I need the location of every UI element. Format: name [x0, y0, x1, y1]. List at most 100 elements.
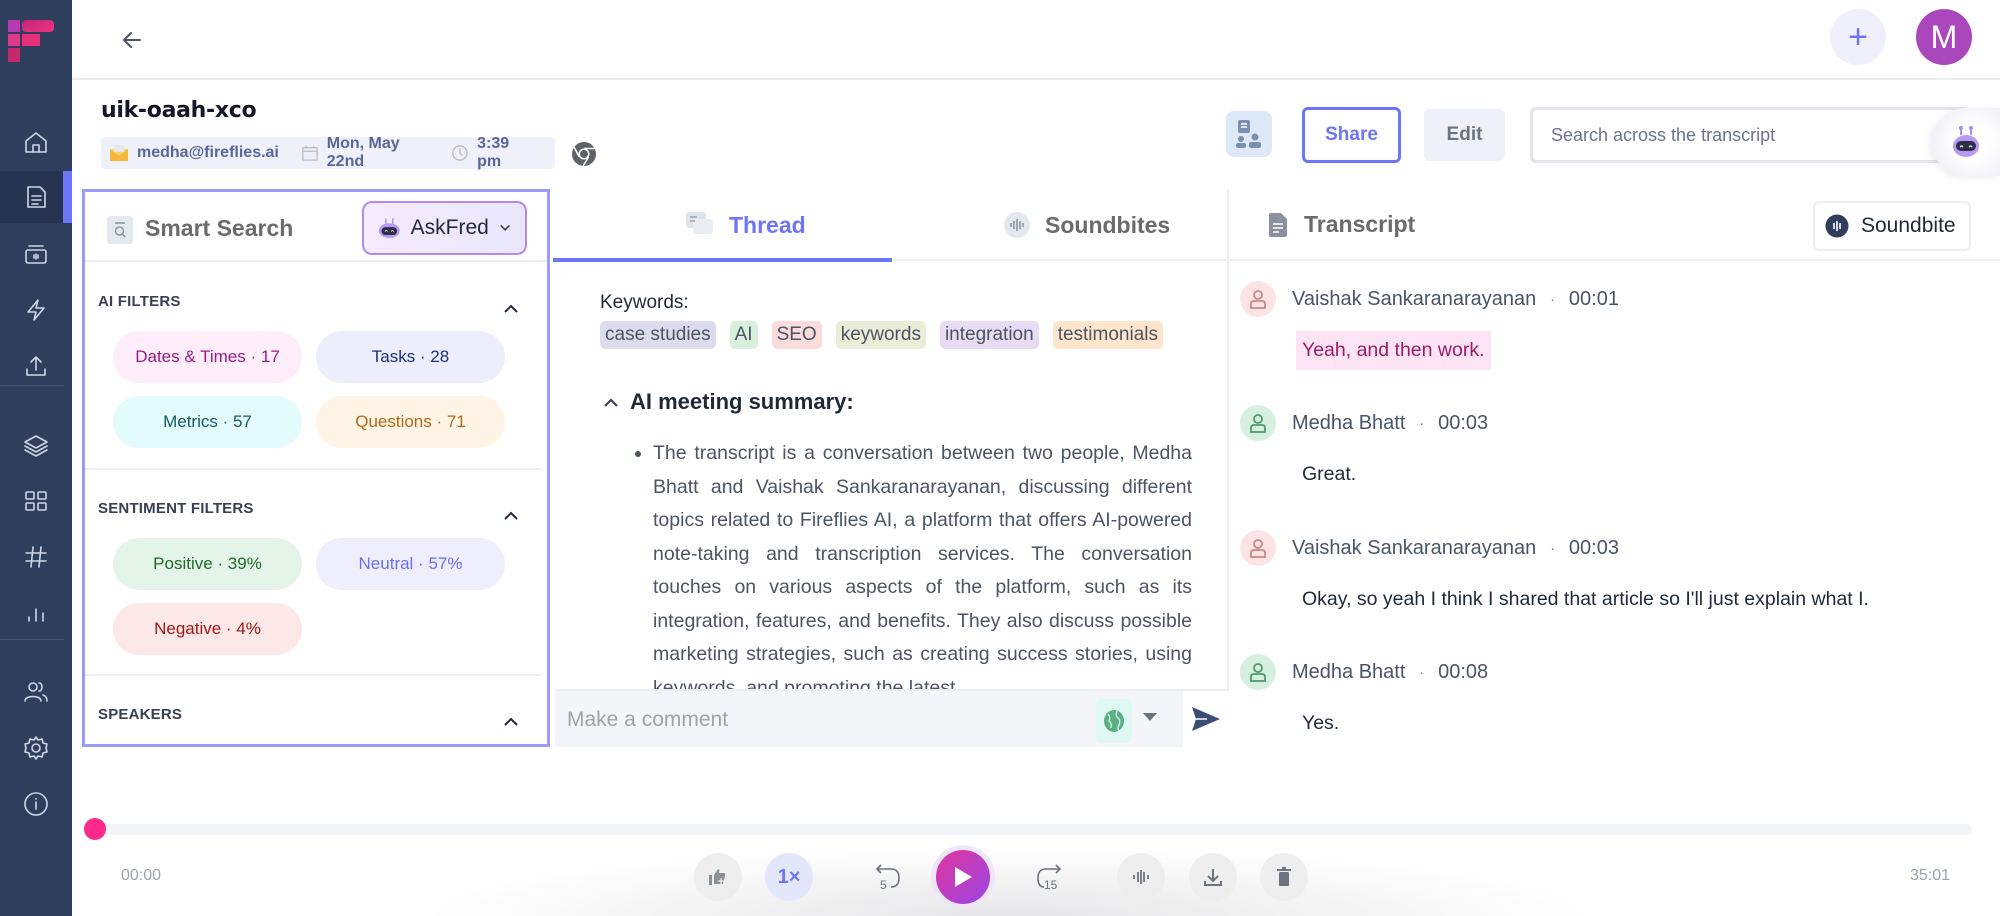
keyword-chip[interactable]: integration [939, 321, 1039, 349]
calendar-icon [302, 145, 318, 161]
speaker-name[interactable]: Vaishak Sankaranarayanan [1292, 288, 1536, 311]
keyword-chip[interactable]: keywords [835, 321, 926, 349]
utterance-timestamp[interactable]: 00:01 [1569, 288, 1619, 311]
playback-progress-track[interactable] [94, 824, 1972, 835]
section-divider [85, 674, 541, 676]
collapse-sentiment-filters-icon[interactable] [501, 509, 521, 523]
speakers-label: SPEAKERS [98, 706, 183, 723]
speaker-analytics-button[interactable] [1226, 111, 1272, 157]
nav-analytics[interactable] [0, 587, 72, 639]
nav-settings[interactable] [0, 722, 72, 774]
speaker-name[interactable]: Medha Bhatt [1292, 412, 1405, 435]
left-nav [0, 0, 72, 916]
user-icon [1250, 290, 1266, 309]
nav-meetings[interactable] [0, 228, 72, 280]
nav-home[interactable] [0, 116, 72, 168]
nav-info[interactable] [0, 778, 72, 830]
collapse-speakers-icon[interactable] [501, 715, 521, 729]
document-icon [1269, 212, 1287, 237]
nav-apps[interactable] [0, 475, 72, 527]
home-icon [25, 132, 47, 153]
nav-integrations[interactable] [0, 284, 72, 336]
speaker-avatar [1240, 654, 1276, 690]
transcript-panel: Transcript Soundbite Vaishak Sankaranara… [1230, 189, 2000, 747]
nav-topics[interactable] [0, 531, 72, 583]
summary-body: The transcript is a conversation between… [635, 437, 1192, 689]
visibility-button[interactable] [1096, 699, 1132, 743]
smart-search-header: Smart Search AskFred [85, 192, 547, 262]
tab-soundbites[interactable]: Soundbites [1003, 189, 1170, 261]
share-button[interactable]: Share [1302, 107, 1401, 163]
section-divider [85, 468, 541, 470]
playback-speed-button[interactable]: 1× [765, 853, 813, 901]
filter-pill-metrics[interactable]: Metrics · 57 [113, 396, 302, 448]
nav-team[interactable] [0, 666, 72, 718]
send-comment-button[interactable] [1183, 691, 1229, 747]
add-button[interactable]: + [1830, 9, 1886, 65]
user-avatar[interactable]: M [1916, 9, 1972, 65]
smart-search-icon [107, 216, 133, 244]
soundbite-clip-button[interactable] [1117, 853, 1165, 901]
playback-scrubber[interactable] [84, 818, 106, 840]
filter-pill-tasks[interactable]: Tasks · 28 [316, 331, 505, 383]
arrow-left-icon [122, 32, 141, 48]
collapse-ai-filters-icon[interactable] [501, 302, 521, 316]
transcript-title: Transcript [1268, 211, 1415, 238]
keyword-chip[interactable]: testimonials [1052, 321, 1164, 349]
thumbs-up-plus-icon [709, 869, 726, 885]
speaker-name[interactable]: Vaishak Sankaranarayanan [1292, 537, 1536, 560]
rewind-button[interactable]: 5 [865, 853, 913, 901]
thread-panel: Thread Soundbites Keywords: case studies… [553, 189, 1229, 747]
delete-button[interactable] [1260, 853, 1308, 901]
summary-toggle[interactable]: AI meeting summary: [602, 389, 854, 415]
keyword-chip[interactable]: AI [729, 321, 758, 349]
fireflies-logo[interactable] [8, 20, 54, 66]
send-icon [1192, 707, 1220, 731]
filter-pill-neutral[interactable]: Neutral · 57% [316, 538, 505, 590]
filter-pill-negative[interactable]: Negative · 4% [113, 603, 302, 655]
utterance-text[interactable]: Yeah, and then work. [1296, 331, 1491, 370]
keywords-label: Keywords: [600, 292, 689, 313]
utterance-timestamp[interactable]: 00:08 [1438, 661, 1488, 684]
chrome-icon [572, 142, 596, 167]
rewind-seconds: 5 [880, 878, 887, 892]
nav-notebook[interactable] [0, 171, 72, 223]
keyword-chip[interactable]: SEO [771, 321, 822, 349]
keyword-chip[interactable]: case studies [600, 321, 716, 349]
utterance-timestamp[interactable]: 00:03 [1569, 537, 1619, 560]
play-button[interactable] [936, 850, 990, 904]
utterance-text[interactable]: Okay, so yeah I think I shared that arti… [1302, 580, 1869, 619]
rewind-5-icon: 5 [875, 864, 900, 892]
nav-channels[interactable] [0, 419, 72, 471]
soundbite-icon [1825, 214, 1849, 238]
hashtag-icon [25, 546, 47, 568]
askfred-dropdown[interactable]: AskFred [362, 201, 527, 255]
meeting-title: uik-oaah-xco [101, 98, 257, 123]
meta-organizer: medha@fireflies.ai [109, 144, 279, 162]
audio-wave-icon [1004, 212, 1030, 238]
forward-button[interactable]: 15 [1024, 853, 1072, 901]
fred-assistant-button[interactable] [1932, 108, 2000, 176]
tab-thread[interactable]: Thread [685, 189, 806, 261]
chevron-down-icon [499, 224, 510, 231]
comment-input[interactable] [567, 701, 1087, 739]
chat-users-icon [1236, 120, 1261, 148]
transcript-search-input[interactable] [1530, 107, 1970, 163]
controls-backdrop [420, 848, 1600, 916]
app: + M uik-oaah-xco medha@fireflies.ai Mon,… [0, 0, 2000, 916]
download-button[interactable] [1189, 853, 1237, 901]
add-reaction-button[interactable] [694, 853, 742, 901]
back-button[interactable] [114, 22, 150, 58]
ai-filters-label: AI FILTERS [98, 293, 181, 310]
visibility-dropdown-caret[interactable] [1143, 713, 1157, 721]
filter-pill-positive[interactable]: Positive · 39% [113, 538, 302, 590]
edit-button[interactable]: Edit [1424, 109, 1505, 161]
utterance-timestamp[interactable]: 00:03 [1438, 412, 1488, 435]
filter-pill-questions[interactable]: Questions · 71 [316, 396, 505, 448]
comment-bar [555, 689, 1229, 747]
utterance-text[interactable]: Yes. [1302, 704, 1339, 743]
create-soundbite-button[interactable]: Soundbite [1813, 201, 1971, 251]
filter-pill-dates-times[interactable]: Dates & Times · 17 [113, 331, 302, 383]
speaker-name[interactable]: Medha Bhatt [1292, 661, 1405, 684]
utterance-text[interactable]: Great. [1302, 455, 1356, 494]
